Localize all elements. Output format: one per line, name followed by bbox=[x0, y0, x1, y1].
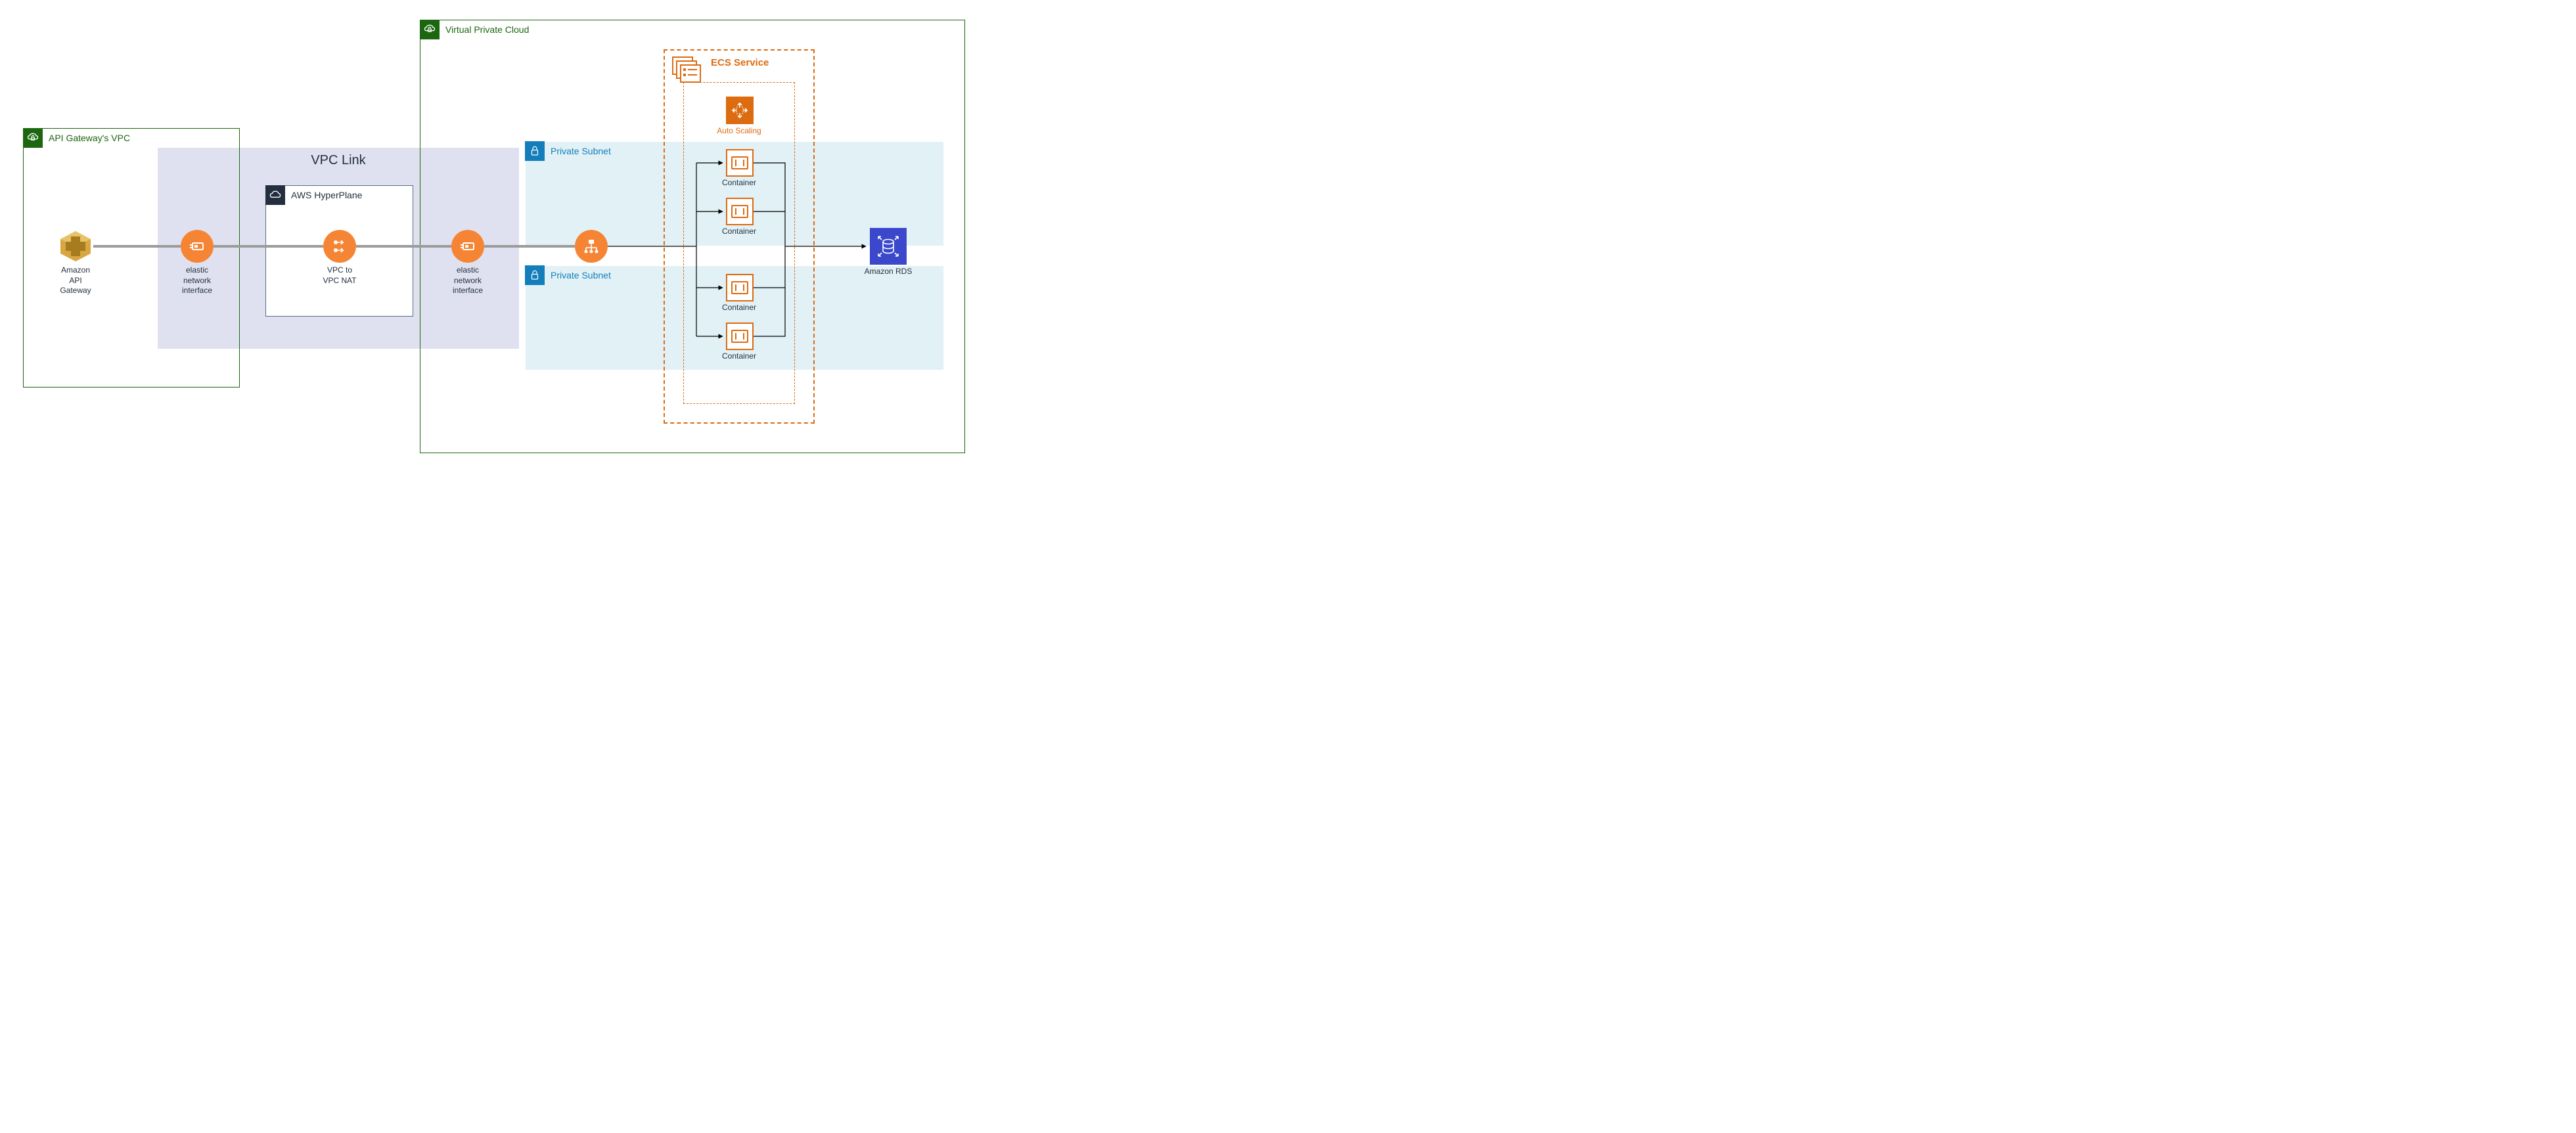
vpc-nat-icon bbox=[323, 230, 356, 263]
amazon-rds-label: Amazon RDS bbox=[855, 267, 921, 277]
api-gateway-vpc-label: API Gateway's VPC bbox=[49, 133, 130, 143]
eni-icon-left bbox=[181, 230, 214, 263]
api-gateway-label: Amazon API Gateway bbox=[43, 265, 108, 296]
vpc-icon bbox=[23, 128, 43, 148]
eni-label-right: elastic network interface bbox=[435, 265, 501, 296]
container-icon bbox=[726, 198, 754, 225]
private-subnet-bottom-label: Private Subnet bbox=[551, 270, 611, 280]
amazon-rds-icon bbox=[870, 228, 907, 265]
ecs-service-label: ECS Service bbox=[711, 57, 769, 68]
private-subnet-top-label: Private Subnet bbox=[551, 146, 611, 156]
vpc-icon bbox=[420, 20, 440, 39]
container-label: Container bbox=[706, 227, 772, 237]
lock-icon bbox=[525, 141, 545, 161]
container-icon bbox=[726, 274, 754, 301]
vpc-nat-label: VPC to VPC NAT bbox=[307, 265, 373, 286]
container-label: Container bbox=[706, 351, 772, 362]
eni-label-left: elastic network interface bbox=[164, 265, 230, 296]
customer-vpc-label: Virtual Private Cloud bbox=[445, 24, 529, 35]
container-icon bbox=[726, 149, 754, 177]
container-label: Container bbox=[706, 303, 772, 313]
container-icon bbox=[726, 322, 754, 350]
auto-scaling-label: Auto Scaling bbox=[706, 126, 772, 137]
auto-scaling-icon bbox=[726, 97, 754, 124]
lock-icon bbox=[525, 265, 545, 285]
hyperplane-label: AWS HyperPlane bbox=[291, 190, 362, 200]
cloud-icon bbox=[265, 185, 285, 205]
api-gateway-icon bbox=[58, 229, 93, 264]
container-label: Container bbox=[706, 178, 772, 189]
eni-icon-right bbox=[451, 230, 484, 263]
load-balancer-icon bbox=[575, 230, 608, 263]
